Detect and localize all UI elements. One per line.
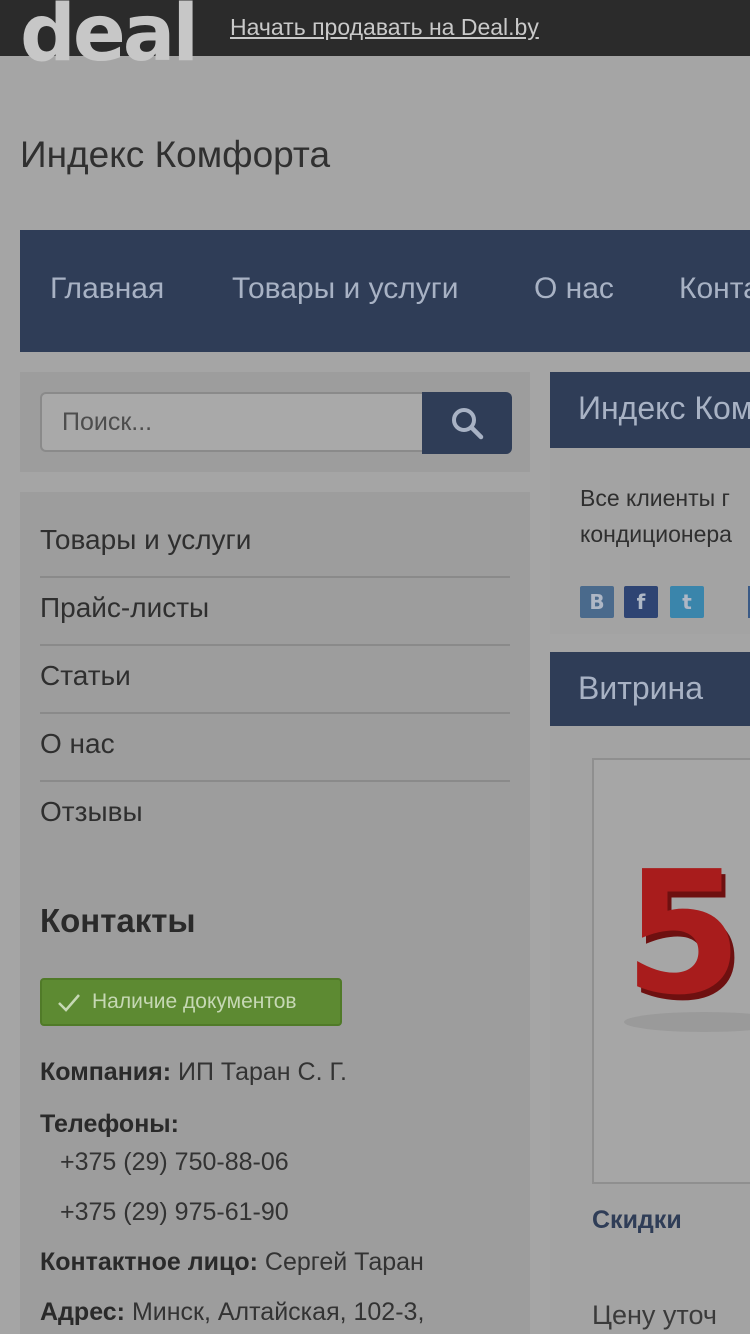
facebook-icon[interactable]: f — [624, 586, 658, 618]
sidebar-item-products[interactable]: Товары и услуги — [40, 524, 510, 556]
divider — [40, 644, 510, 646]
contact-person-value: Сергей Таран — [264, 1248, 424, 1276]
vitrina-panel: 5 5 Скидки Цену уточ — [550, 726, 750, 1334]
phones-label: Телефоны: — [40, 1110, 179, 1138]
main-nav: Главная Товары и услуги О нас Конта — [20, 230, 750, 352]
nav-item-products[interactable]: Товары и услуги — [232, 272, 459, 306]
address-label: Адрес: — [40, 1298, 125, 1326]
divider — [40, 576, 510, 578]
address-value: Минск, Алтайская, 102-3, — [131, 1298, 425, 1326]
divider — [40, 780, 510, 782]
about-panel: Все клиенты г кондиционера В f t — [550, 448, 750, 634]
phone-number[interactable]: +375 (29) 750-88-06 — [60, 1148, 289, 1177]
documents-badge[interactable]: Наличие документов — [40, 978, 342, 1026]
search-input[interactable] — [40, 392, 424, 452]
about-panel-header: Индекс Ком — [550, 372, 750, 448]
about-panel-title: Индекс Ком — [578, 390, 750, 426]
nav-item-home[interactable]: Главная — [50, 272, 164, 306]
nav-item-about[interactable]: О нас — [534, 272, 614, 306]
documents-badge-label: Наличие документов — [92, 990, 297, 1013]
search-button[interactable] — [422, 392, 512, 454]
product-image-graphic: 5 5 — [624, 835, 750, 1039]
company-label: Компания: — [40, 1058, 172, 1086]
vitrina-panel-header: Витрина — [550, 652, 750, 726]
company-info: Компания: ИП Таран С. Г. — [40, 1058, 347, 1087]
search-icon — [452, 408, 484, 440]
contacts-title: Контакты — [40, 902, 196, 939]
twitter-icon[interactable]: t — [670, 586, 704, 618]
checkmark-icon — [58, 994, 80, 1012]
top-bar: deal Начать продавать на Deal.by — [0, 0, 750, 74]
address-info: Адрес: Минск, Алтайская, 102-3, — [40, 1298, 424, 1327]
product-price: Цену уточ — [592, 1300, 717, 1330]
site-title: Индекс Комфорта — [20, 134, 331, 175]
sidebar-item-articles[interactable]: Статьи — [40, 660, 510, 692]
contact-person-info: Контактное лицо: Сергей Таран — [40, 1248, 424, 1277]
sidebar: Товары и услуги Прайс-листы Статьи О нас… — [20, 492, 530, 1334]
contact-person-label: Контактное лицо: — [40, 1248, 258, 1276]
product-image[interactable]: 5 5 — [592, 758, 750, 1184]
sidebar-item-reviews[interactable]: Отзывы — [40, 796, 510, 828]
product-name-link[interactable]: Скидки — [592, 1206, 682, 1235]
deal-logo[interactable]: deal — [20, 0, 199, 74]
nav-item-contacts[interactable]: Конта — [679, 272, 750, 306]
vitrina-title: Витрина — [578, 670, 704, 706]
sale-digit: 5 — [624, 835, 742, 1033]
start-selling-link[interactable]: Начать продавать на Deal.by — [230, 14, 539, 41]
search-box — [20, 372, 530, 472]
vk-icon[interactable]: В — [580, 586, 614, 618]
sidebar-item-pricelists[interactable]: Прайс-листы — [40, 592, 510, 624]
about-text: Все клиенты г кондиционера — [580, 485, 732, 547]
phone-number[interactable]: +375 (29) 975-61-90 — [60, 1198, 289, 1227]
company-value: ИП Таран С. Г. — [178, 1058, 347, 1086]
divider — [40, 712, 510, 714]
sidebar-item-about[interactable]: О нас — [40, 728, 510, 760]
